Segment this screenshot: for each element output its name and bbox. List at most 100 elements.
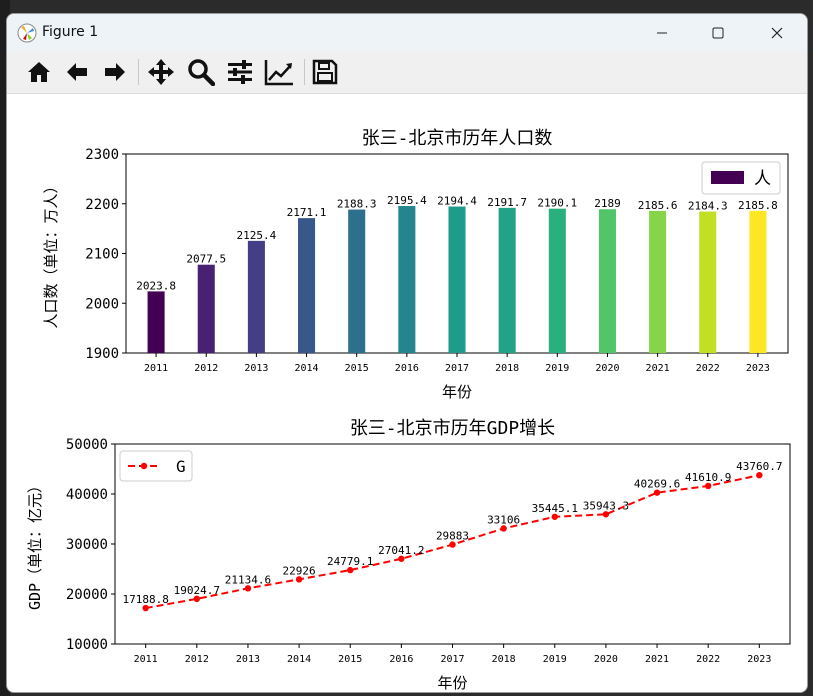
matplotlib-logo-icon: [17, 23, 37, 43]
x-tick-label: 2013: [244, 363, 268, 374]
y-tick-label: 2300: [85, 147, 119, 163]
x-tick-label: 2023: [746, 363, 770, 374]
x-tick-label: 2011: [134, 654, 158, 665]
pan-icon: [148, 59, 174, 85]
x-tick-label: 2020: [594, 654, 618, 665]
x-tick-label: 2012: [194, 363, 218, 374]
x-tick-label: 2021: [645, 654, 669, 665]
maximize-icon: [712, 27, 724, 38]
x-tick-label: 2023: [747, 654, 771, 665]
bar: [197, 264, 215, 353]
bar-value-label: 2195.4: [387, 194, 427, 207]
figure-svg: 1900 2000 2100 2200 2300 2011 2012 2013 2014 2015…: [26, 128, 791, 692]
maximize-button[interactable]: [695, 14, 741, 51]
x-tick-label: 2018: [495, 363, 519, 374]
bar: [598, 209, 616, 353]
back-button[interactable]: [61, 56, 93, 88]
toolbar-separator: [138, 59, 139, 85]
zoom-button[interactable]: [185, 56, 217, 88]
x-tick-label: 2013: [236, 654, 260, 665]
y-tick-label: 40000: [66, 487, 108, 503]
gdp-value-label: 19024.7: [174, 584, 220, 597]
chart-title: 张三-北京市历年人口数: [362, 128, 553, 149]
x-axis-label: 年份: [437, 674, 467, 692]
bar: [298, 218, 316, 353]
bar-value-label: 2171.1: [287, 206, 327, 219]
close-button[interactable]: [754, 14, 800, 51]
bar: [147, 291, 165, 353]
bar: [348, 209, 366, 353]
save-button[interactable]: [309, 56, 341, 88]
figure-window: Figure 1 1900 2000 2100 2200 2300 2011 2…: [6, 13, 808, 693]
x-tick-label: 2019: [543, 654, 567, 665]
gdp-value-label: 35445.1: [532, 502, 578, 515]
x-tick-label: 2014: [287, 654, 311, 665]
home-button[interactable]: [23, 56, 55, 88]
x-tick-label: 2021: [646, 363, 670, 374]
bar-value-label: 2185.8: [738, 199, 778, 212]
y-tick-label: 10000: [66, 637, 108, 653]
x-tick-label: 2020: [595, 363, 619, 374]
y-tick-label: 2200: [85, 197, 119, 213]
bar-value-label: 2194.4: [437, 195, 477, 208]
bar-value-label: 2191.7: [487, 196, 527, 209]
title-bar: Figure 1: [7, 14, 807, 51]
bar-value-label: 2185.6: [638, 199, 678, 212]
y-tick-label: 30000: [66, 537, 108, 553]
configure-subplots-icon: [228, 60, 252, 84]
x-axis-label: 年份: [442, 383, 472, 401]
bar-value-label: 2077.5: [186, 253, 226, 266]
configure-subplots-button[interactable]: [224, 56, 256, 88]
zoom-icon: [188, 59, 215, 86]
bar-value-label: 2189: [594, 197, 621, 210]
bar-value-label: 2184.3: [688, 200, 728, 213]
gdp-value-label: 21134.6: [225, 573, 271, 586]
bar: [699, 211, 717, 353]
bar: [448, 206, 466, 353]
x-tick-label: 2017: [445, 363, 469, 374]
gdp-value-label: 40269.6: [634, 478, 680, 491]
x-tick-label: 2011: [144, 363, 168, 374]
forward-button[interactable]: [99, 56, 131, 88]
y-axis-label: 人口数（单位：万人）: [42, 178, 60, 328]
gdp-value-label: 27041.2: [378, 544, 424, 557]
bar: [649, 210, 667, 353]
y-axis-label: GDP（单位：亿元）: [26, 478, 44, 610]
edit-axis-icon: [264, 60, 293, 86]
figure-canvas: 1900 2000 2100 2200 2300 2011 2012 2013 2014 2015…: [7, 94, 807, 692]
gdp-value-label: 33106: [487, 513, 520, 526]
edit-axis-button[interactable]: [263, 56, 295, 88]
y-tick-label: 2000: [85, 296, 119, 312]
gdp-value-label: 24779.1: [327, 555, 373, 568]
x-tick-label: 2012: [185, 654, 209, 665]
y-tick-label: 50000: [66, 437, 108, 453]
legend-label: 人: [754, 169, 771, 189]
gdp-value-label: 29883: [436, 530, 469, 543]
x-tick-label: 2019: [545, 363, 569, 374]
bar: [548, 208, 566, 353]
window-title: Figure 1: [42, 24, 99, 40]
bar-value-label: 2023.8: [136, 279, 176, 292]
gdp-value-label: 17188.8: [123, 593, 169, 606]
x-tick-label: 2022: [696, 363, 720, 374]
close-icon: [771, 27, 783, 38]
x-tick-label: 2015: [338, 654, 362, 665]
pan-button[interactable]: [145, 56, 177, 88]
y-tick-label: 20000: [66, 587, 108, 603]
y-tick-label: 1900: [85, 346, 119, 362]
x-tick-label: 2017: [440, 654, 464, 665]
legend-marker: [140, 462, 148, 470]
bar: [498, 207, 516, 353]
gdp-value-label: 41610.9: [685, 471, 731, 484]
chart-title: 张三-北京市历年GDP增长: [350, 418, 555, 439]
legend-swatch: [711, 171, 744, 184]
bar: [398, 206, 416, 353]
save-icon: [312, 59, 338, 85]
bar-value-label: 2125.4: [237, 229, 277, 242]
home-icon: [28, 62, 50, 82]
gdp-value-label: 43760.7: [736, 460, 782, 473]
x-tick-label: 2014: [294, 363, 318, 374]
y-tick-label: 2100: [85, 247, 119, 263]
minimize-button[interactable]: [639, 14, 685, 51]
x-tick-label: 2016: [389, 654, 413, 665]
